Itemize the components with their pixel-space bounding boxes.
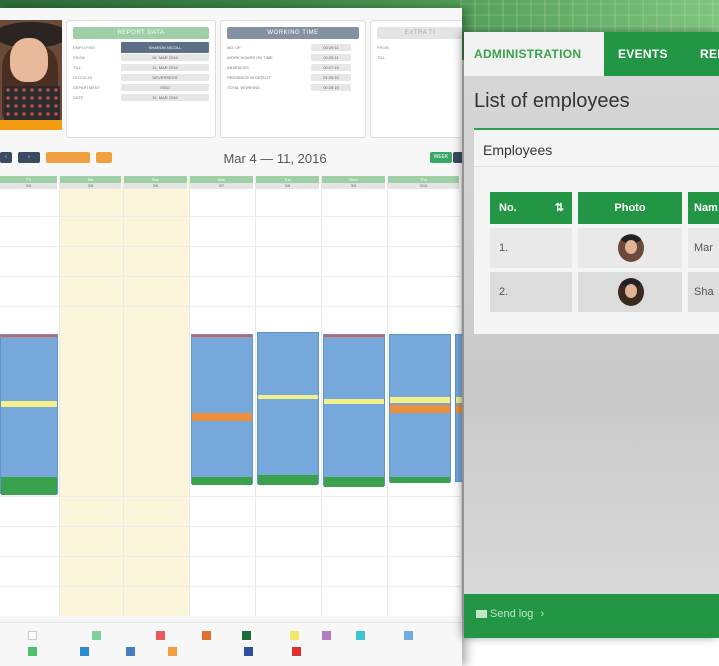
legend-item: [244, 647, 255, 656]
day-column[interactable]: Sun 3/6: [124, 176, 190, 616]
presence-block[interactable]: [0, 334, 58, 495]
row-number: 1.: [490, 228, 572, 268]
working-row: NO. OF 00:29:11: [227, 43, 359, 52]
chevron-right-icon: ›: [540, 608, 545, 620]
legend-item: [92, 631, 103, 640]
extra-row: FROM: [377, 45, 389, 50]
row-name: Mar: [688, 228, 719, 268]
column-header-photo[interactable]: Photo: [578, 192, 682, 224]
send-log-link[interactable]: Send log ›: [476, 608, 544, 620]
employees-panel: Employees No. ⇅ Photo Nam 1. Mar 2. Sha: [474, 128, 719, 334]
presence-block[interactable]: [257, 332, 319, 485]
extra-row: TILL: [377, 55, 386, 60]
row-photo-cell: [578, 228, 682, 268]
avatar: [618, 234, 644, 262]
next-week-button[interactable]: ›: [18, 152, 40, 163]
report-row: TILL 11. MAR 2016: [73, 63, 209, 72]
presence-block[interactable]: [323, 334, 385, 487]
footer-bar: Send log ›: [464, 594, 719, 638]
extra-time-card: EXTRA TI FROM TILL: [370, 20, 462, 138]
legend-item: [126, 647, 137, 656]
week-view-button[interactable]: WEEK: [430, 152, 452, 163]
report-data-title: REPORT DATA: [73, 27, 209, 39]
employees-section-title: Employees: [483, 142, 553, 158]
extra-time-title: EXTRA TI: [377, 27, 462, 39]
report-row: DEPARTMENT ISSO: [73, 83, 209, 92]
calendar-action-button[interactable]: [46, 152, 90, 163]
legend-item: [202, 631, 213, 640]
report-row: CLOCK-IN DEVERSEGS: [73, 73, 209, 82]
photo-status-bar: [0, 120, 62, 130]
report-row: DATE 11. MAR 2016: [73, 93, 209, 102]
legend-item: [404, 631, 415, 640]
presence-block[interactable]: [455, 334, 462, 482]
main-tabs: ADMINISTRATION EVENTS REP: [464, 32, 719, 76]
tab-events[interactable]: EVENTS: [604, 32, 686, 76]
legend-item: [290, 631, 301, 640]
administration-panel: ADMINISTRATION EVENTS REP List of employ…: [464, 32, 719, 638]
table-row[interactable]: 2. Sha: [490, 272, 719, 312]
column-header-name[interactable]: Nam: [688, 192, 719, 224]
legend-item: [242, 631, 253, 640]
calendar-report-window: REPORT DATA EMPLOYEE SHARON NICOLL FROM 04…: [0, 8, 462, 666]
calendar-action-button-2[interactable]: [96, 152, 112, 163]
sort-icon[interactable]: ⇅: [555, 192, 564, 224]
calendar-toolbar: ‹ › Mar 4 — 11, 2016 WEEK: [0, 151, 462, 166]
employee-photo: [0, 20, 62, 120]
presence-block[interactable]: [191, 334, 253, 485]
report-row: FROM 04. MAR 2016: [73, 53, 209, 62]
presence-block[interactable]: [389, 334, 451, 483]
working-row: TOTAL WORKING 00:28:15: [227, 83, 359, 92]
legend-item: [80, 647, 91, 656]
divider: [474, 166, 719, 167]
legend-item: [28, 647, 39, 656]
working-time-card: WORKING TIME NO. OF 00:29:11 WORK HOURS O…: [220, 20, 366, 138]
prev-week-button[interactable]: ‹: [0, 152, 12, 163]
legend-item: [356, 631, 367, 640]
calendar-grid: Fri 3/4 Sat 3/5 Sun 3/6 Mon 3/7 Tue 3/8 Wed 3/…: [0, 176, 462, 616]
working-row: WORK HOURS ON TIME 00:29:11: [227, 53, 359, 62]
column-header-no[interactable]: No. ⇅: [490, 192, 572, 224]
working-time-title: WORKING TIME: [227, 27, 359, 39]
calendar-range-title: Mar 4 — 11, 2016: [223, 151, 327, 166]
legend-item: [322, 631, 333, 640]
envelope-icon: [476, 610, 487, 618]
view-toggle-button[interactable]: [453, 152, 462, 163]
row-name: Sha: [688, 272, 719, 312]
calendar-legend: [0, 622, 462, 666]
legend-item: [292, 647, 303, 656]
row-number: 2.: [490, 272, 572, 312]
page-title: List of employees: [474, 90, 630, 112]
legend-item: [28, 631, 39, 640]
report-data-card: REPORT DATA EMPLOYEE SHARON NICOLL FROM 04…: [66, 20, 216, 138]
row-photo-cell: [578, 272, 682, 312]
legend-item: [156, 631, 167, 640]
tab-reports[interactable]: REP: [686, 32, 719, 76]
table-row[interactable]: 1. Mar: [490, 228, 719, 268]
working-row: PRESENCE IN DEFICIT 01:00:10: [227, 73, 359, 82]
legend-item: [168, 647, 179, 656]
avatar: [618, 278, 644, 306]
tab-administration[interactable]: ADMINISTRATION: [474, 32, 581, 76]
report-row: EMPLOYEE SHARON NICOLL: [73, 42, 209, 53]
working-row: ABSENCES 00:07:16: [227, 63, 359, 72]
day-column[interactable]: Sat 3/5: [60, 176, 124, 616]
